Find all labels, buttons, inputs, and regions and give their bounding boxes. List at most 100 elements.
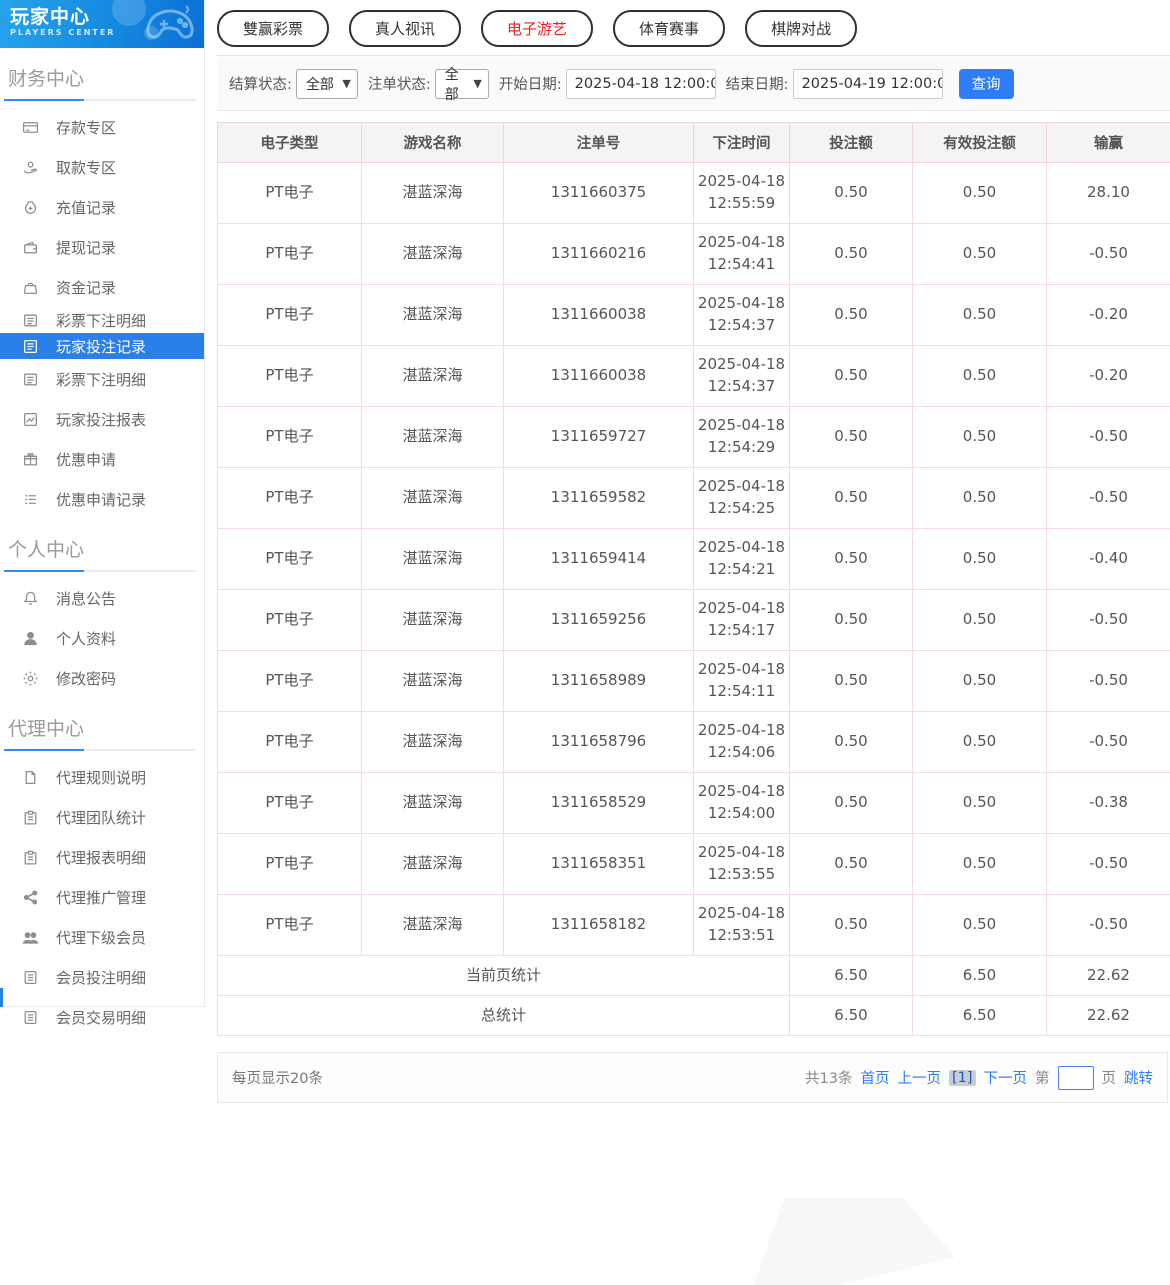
gear-icon — [22, 670, 39, 687]
sidebar-item[interactable]: 资金记录 — [0, 267, 204, 307]
sidebar-item-label: 会员投注明细 — [56, 967, 146, 988]
table-cell: 0.50 — [913, 773, 1047, 834]
page-lines-icon — [22, 1009, 39, 1026]
sidebar-item-label: 代理报表明细 — [56, 847, 146, 868]
tab-category[interactable]: 棋牌对战 — [745, 10, 857, 47]
sidebar-item[interactable]: 代理报表明细 — [0, 837, 204, 877]
sidebar-item[interactable]: 个人资料 — [0, 618, 204, 658]
table-cell: 湛蓝深海 — [362, 773, 504, 834]
table-cell: 2025-04-1812:54:17 — [694, 590, 790, 651]
sidebar-item[interactable]: 彩票下注明细 — [0, 307, 204, 333]
summary-label: 总统计 — [218, 996, 790, 1036]
table-cell: 2025-04-1812:54:25 — [694, 468, 790, 529]
sidebar-item-label: 代理推广管理 — [56, 887, 146, 908]
sidebar-item[interactable]: 优惠申请记录 — [0, 479, 204, 519]
table-row: PT电子湛蓝深海13116589892025-04-1812:54:110.50… — [218, 651, 1170, 712]
table-cell: 0.50 — [790, 773, 913, 834]
table-cell: 湛蓝深海 — [362, 346, 504, 407]
clipboard-icon — [22, 809, 39, 826]
prev-page-link[interactable]: 上一页 — [897, 1067, 941, 1088]
order-status-select[interactable]: 全部 ▼ — [435, 69, 489, 99]
table-cell: 28.10 — [1047, 163, 1170, 224]
table-cell: 0.50 — [913, 285, 1047, 346]
sidebar-item[interactable]: 会员交易明细 — [0, 997, 204, 1037]
section-underline — [4, 99, 196, 101]
settle-status-label: 结算状态: — [229, 73, 292, 94]
sidebar-item[interactable]: 存款专区 — [0, 107, 204, 147]
table-cell: 湛蓝深海 — [362, 407, 504, 468]
settle-status-value: 全部 — [306, 74, 334, 94]
sidebar-item[interactable]: 代理规则说明 — [0, 757, 204, 797]
table-cell: 1311660038 — [504, 285, 694, 346]
table-cell: 2025-04-1812:54:37 — [694, 285, 790, 346]
tab-category[interactable]: 真人视讯 — [349, 10, 461, 47]
tab-active[interactable]: 电子游艺 — [481, 10, 593, 47]
jump-button[interactable]: 跳转 — [1124, 1067, 1153, 1088]
sidebar-item-label: 代理规则说明 — [56, 767, 146, 788]
tab-category[interactable]: 体育赛事 — [613, 10, 725, 47]
sidebar-item[interactable]: 优惠申请 — [0, 439, 204, 479]
table-cell: 0.50 — [790, 529, 913, 590]
table-cell: 0.50 — [790, 346, 913, 407]
scroll-indicator — [0, 988, 3, 1007]
table-cell: 0.50 — [913, 651, 1047, 712]
table-cell: 2025-04-1812:54:29 — [694, 407, 790, 468]
sidebar-item[interactable]: 提现记录 — [0, 227, 204, 267]
sidebar-item[interactable]: 代理下级会员 — [0, 917, 204, 957]
sidebar-item-label: 个人资料 — [56, 628, 116, 649]
table-cell: PT电子 — [218, 224, 362, 285]
query-button[interactable]: 查询 — [959, 69, 1014, 99]
sidebar-item-label: 彩票下注明细 — [56, 310, 146, 331]
sidebar-item-label: 彩票下注明细 — [56, 369, 146, 390]
sidebar-item[interactable]: 消息公告 — [0, 578, 204, 618]
table-cell: 0.50 — [913, 529, 1047, 590]
table-cell: -0.50 — [1047, 468, 1170, 529]
table-cell: -0.50 — [1047, 407, 1170, 468]
table-cell: 2025-04-1812:54:41 — [694, 224, 790, 285]
table-cell: -0.40 — [1047, 529, 1170, 590]
column-header: 投注额 — [790, 123, 913, 163]
table-row: PT电子湛蓝深海13116600382025-04-1812:54:370.50… — [218, 285, 1170, 346]
sidebar-item-label: 优惠申请记录 — [56, 489, 146, 510]
table-cell: 0.50 — [913, 712, 1047, 773]
next-page-link[interactable]: 下一页 — [984, 1067, 1028, 1088]
table-cell: 0.50 — [790, 651, 913, 712]
sidebar-item-label: 代理下级会员 — [56, 927, 146, 948]
table-cell: 1311658351 — [504, 834, 694, 895]
table-cell: 湛蓝深海 — [362, 895, 504, 956]
table-cell: 0.50 — [790, 163, 913, 224]
share-icon — [22, 889, 39, 906]
sidebar-item[interactable]: 修改密码 — [0, 658, 204, 698]
sidebar-item-label: 修改密码 — [56, 668, 116, 689]
table-cell: 1311659414 — [504, 529, 694, 590]
sidebar-item-label: 存款专区 — [56, 117, 116, 138]
jump-prefix: 第 — [1035, 1067, 1050, 1088]
sidebar-item[interactable]: 取款专区 — [0, 147, 204, 187]
sidebar-item[interactable]: 代理推广管理 — [0, 877, 204, 917]
wallet-icon — [22, 239, 39, 256]
per-page-text: 每页显示20条 — [232, 1067, 323, 1088]
table-cell: -0.50 — [1047, 651, 1170, 712]
sidebar-item[interactable]: 玩家投注报表 — [0, 399, 204, 439]
end-date-input[interactable] — [793, 69, 943, 99]
sidebar-item-label: 代理团队统计 — [56, 807, 146, 828]
column-header: 游戏名称 — [362, 123, 504, 163]
start-date-input[interactable] — [566, 69, 716, 99]
table-cell: 湛蓝深海 — [362, 590, 504, 651]
table-cell: 0.50 — [913, 590, 1047, 651]
sidebar-item[interactable]: 代理团队统计 — [0, 797, 204, 837]
column-header: 注单号 — [504, 123, 694, 163]
jump-page-input[interactable] — [1058, 1066, 1094, 1090]
table-cell: 湛蓝深海 — [362, 712, 504, 773]
table-cell: 湛蓝深海 — [362, 529, 504, 590]
current-page[interactable]: [1] — [949, 1070, 976, 1086]
tab-category[interactable]: 雙赢彩票 — [217, 10, 329, 47]
table-cell: 2025-04-1812:53:51 — [694, 895, 790, 956]
sidebar-item[interactable]: 充值记录 — [0, 187, 204, 227]
sidebar-item[interactable]: 玩家投注记录 — [0, 333, 204, 359]
sidebar-item[interactable]: 彩票下注明细 — [0, 359, 204, 399]
settle-status-select[interactable]: 全部 ▼ — [296, 69, 358, 99]
table-header-row: 电子类型游戏名称注单号下注时间投注额有效投注额输赢 — [218, 123, 1170, 163]
first-page-link[interactable]: 首页 — [860, 1067, 889, 1088]
sidebar-item[interactable]: 会员投注明细 — [0, 957, 204, 997]
